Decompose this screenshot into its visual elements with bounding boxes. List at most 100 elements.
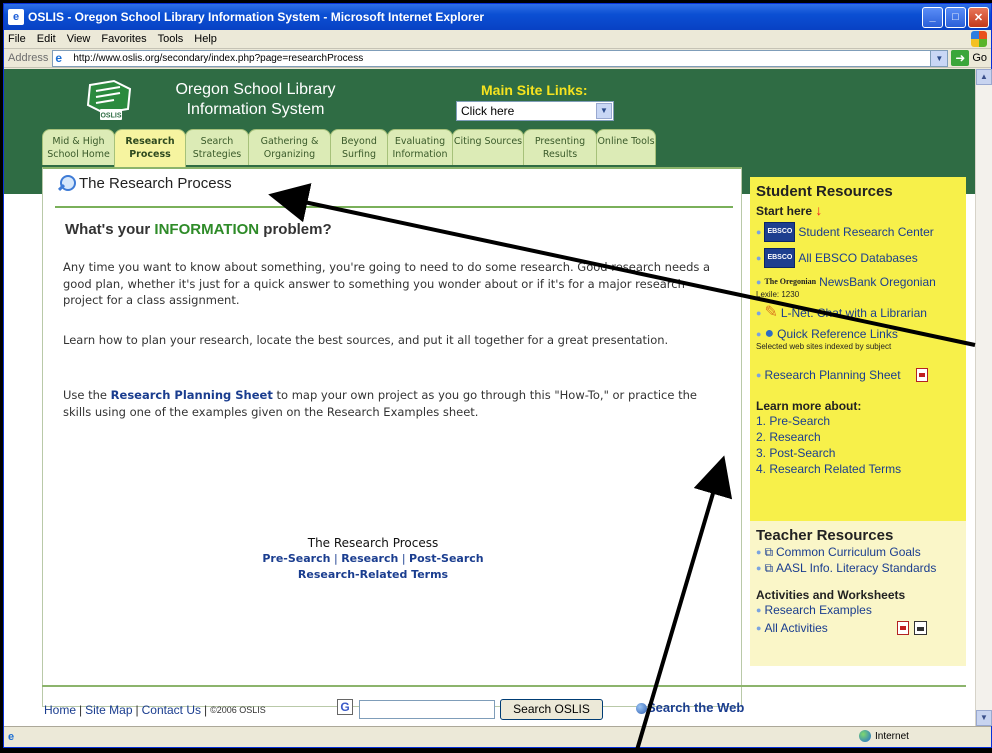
footer-divider <box>42 685 966 687</box>
bullet-icon: ● <box>756 547 762 557</box>
scroll-down-icon[interactable]: ▼ <box>976 710 992 726</box>
security-zone: Internet <box>859 730 909 742</box>
menu-view[interactable]: View <box>67 33 91 45</box>
intro-paragraph: Any time you want to know about somethin… <box>63 260 711 307</box>
planning-sheet-link[interactable]: Research Planning Sheet <box>111 388 273 402</box>
newsbank-link[interactable]: ● The Oregonian NewsBank Oregonian <box>756 274 960 290</box>
tab-presenting-results[interactable]: Presenting Results <box>523 129 597 165</box>
aasl-label: AASL Info. Literacy Standards <box>776 561 937 575</box>
ebsco-icon: EBSCO <box>764 222 796 242</box>
footer-home-link[interactable]: Home <box>44 703 76 717</box>
tab-citing-sources[interactable]: Citing Sources <box>452 129 524 165</box>
bullet-icon: ● <box>756 370 762 380</box>
globe-icon <box>636 703 647 714</box>
nav-tabs: Mid & High School Home Research Process … <box>42 129 656 167</box>
research-examples-link[interactable]: ● Research Examples <box>756 602 960 618</box>
scroll-up-icon[interactable]: ▲ <box>976 69 992 85</box>
bullet-icon: ● <box>756 227 762 237</box>
search-input[interactable] <box>359 700 495 719</box>
lexile: Lexile: 1230 <box>756 290 800 299</box>
search-oslis-button[interactable]: Search OSLIS <box>500 699 603 720</box>
title-divider <box>55 206 733 208</box>
vertical-scrollbar[interactable]: ▲ ▼ <box>975 69 992 726</box>
minimize-button[interactable]: _ <box>922 6 943 28</box>
address-label: Address <box>8 52 49 64</box>
tab-beyond-surfing[interactable]: Beyond Surfing <box>330 129 388 165</box>
bullet-icon: ● <box>756 308 762 318</box>
tab-home[interactable]: Mid & High School Home <box>42 129 115 165</box>
browser-window: e OSLIS - Oregon School Library Informat… <box>3 3 992 748</box>
document-icon[interactable] <box>913 621 927 635</box>
research-planning-sheet-link[interactable]: ● Research Planning Sheet <box>756 367 960 383</box>
heading-pre: What's your <box>65 221 155 238</box>
maximize-button[interactable]: □ <box>945 6 966 28</box>
aasl-standards-link[interactable]: ● ⧉ AASL Info. Literacy Standards <box>756 560 960 576</box>
pre-search-link[interactable]: Pre-Search <box>262 552 330 565</box>
main-links-select[interactable]: Click here ▼ <box>456 101 614 121</box>
windows-logo-icon <box>971 31 987 47</box>
start-here: Start here ↓ <box>756 202 960 218</box>
quick-reference-link[interactable]: ● ● Quick Reference Links <box>756 326 960 342</box>
footer-sep: | <box>79 703 83 717</box>
learn-research-link[interactable]: 2. Research <box>756 429 960 445</box>
address-dropdown-icon[interactable]: ▼ <box>930 50 948 66</box>
bullet-icon: ● <box>756 253 762 263</box>
address-input[interactable]: e http://www.oslis.org/secondary/index.p… <box>52 49 949 67</box>
tab-research-process[interactable]: Research Process <box>114 129 186 167</box>
menu-help[interactable]: Help <box>194 33 217 45</box>
all-ebsco-link[interactable]: ● EBSCO All EBSCO Databases <box>756 248 960 268</box>
tab-evaluating-information[interactable]: Evaluating Information <box>387 129 453 165</box>
menu-bar: File Edit View Favorites Tools Help <box>4 30 991 49</box>
student-resources-panel: Student Resources Start here ↓ ● EBSCO S… <box>750 177 966 521</box>
research-terms-link[interactable]: Research-Related Terms <box>298 568 448 581</box>
close-button[interactable]: ✕ <box>968 6 989 28</box>
lnet-link[interactable]: ● ✎ L-Net: Chat with a Librarian <box>756 305 960 321</box>
learn-post-search-link[interactable]: 3. Post-Search <box>756 445 960 461</box>
page-status-icon: e <box>8 731 15 743</box>
down-arrow-icon: ↓ <box>815 202 823 218</box>
tab-online-tools[interactable]: Online Tools <box>596 129 656 165</box>
bullet-icon: ● <box>756 605 762 615</box>
section-heading: What's your INFORMATION problem? <box>65 221 332 238</box>
research-link[interactable]: Research <box>341 552 398 565</box>
p3-pre: Use the <box>63 388 111 402</box>
planning-sheet-paragraph: Use the Research Planning Sheet to map y… <box>63 387 723 420</box>
google-icon: G <box>337 699 353 715</box>
all-activities-label: All Activities <box>764 621 828 635</box>
start-here-text: Start here <box>756 204 813 218</box>
chevron-down-icon[interactable]: ▼ <box>596 103 612 119</box>
post-search-link[interactable]: Post-Search <box>409 552 484 565</box>
teacher-resources-panel: Teacher Resources ● ⧉ Common Curriculum … <box>750 521 966 666</box>
tab-search-strategies[interactable]: Search Strategies <box>185 129 249 165</box>
newsbank-label: NewsBank Oregonian <box>819 275 936 289</box>
new-window-icon: ⧉ <box>764 545 774 559</box>
chat-icon: ✎ <box>764 304 778 321</box>
plan-paragraph: Learn how to plan your research, locate … <box>63 333 669 347</box>
main-links-select-value: Click here <box>461 104 515 118</box>
research-examples-label: Research Examples <box>764 603 872 617</box>
search-web-link[interactable]: Search the Web <box>647 700 744 715</box>
student-research-center-link[interactable]: ● EBSCO Student Research Center <box>756 222 960 242</box>
pdf-icon[interactable] <box>915 368 928 382</box>
menu-tools[interactable]: Tools <box>158 33 184 45</box>
oslis-logo[interactable]: OSLIS <box>84 79 136 124</box>
menu-file[interactable]: File <box>8 33 26 45</box>
footer-contact-link[interactable]: Contact Us <box>142 703 201 717</box>
footer-links: Home | Site Map | Contact Us | ©2006 OSL… <box>44 703 266 717</box>
footer-sitemap-link[interactable]: Site Map <box>85 703 132 717</box>
src-label: Student Research Center <box>798 225 934 239</box>
menu-favorites[interactable]: Favorites <box>101 33 146 45</box>
all-activities-link[interactable]: ● All Activities <box>756 620 960 636</box>
learn-terms-link[interactable]: 4. Research Related Terms <box>756 461 960 477</box>
site-title: Oregon School Library Information System <box>175 81 336 118</box>
go-arrow-icon[interactable]: ➜ <box>951 50 970 66</box>
globe-icon: ● <box>764 325 775 342</box>
pdf-icon[interactable] <box>896 621 909 635</box>
activities-heading: Activities and Worksheets <box>756 588 906 602</box>
learn-pre-search-link[interactable]: 1. Pre-Search <box>756 413 960 429</box>
curriculum-goals-link[interactable]: ● ⧉ Common Curriculum Goals <box>756 544 960 560</box>
bullet-icon: ● <box>756 623 762 633</box>
go-button[interactable]: Go <box>972 52 987 64</box>
tab-gathering-organizing[interactable]: Gathering & Organizing <box>248 129 331 165</box>
menu-edit[interactable]: Edit <box>37 33 56 45</box>
